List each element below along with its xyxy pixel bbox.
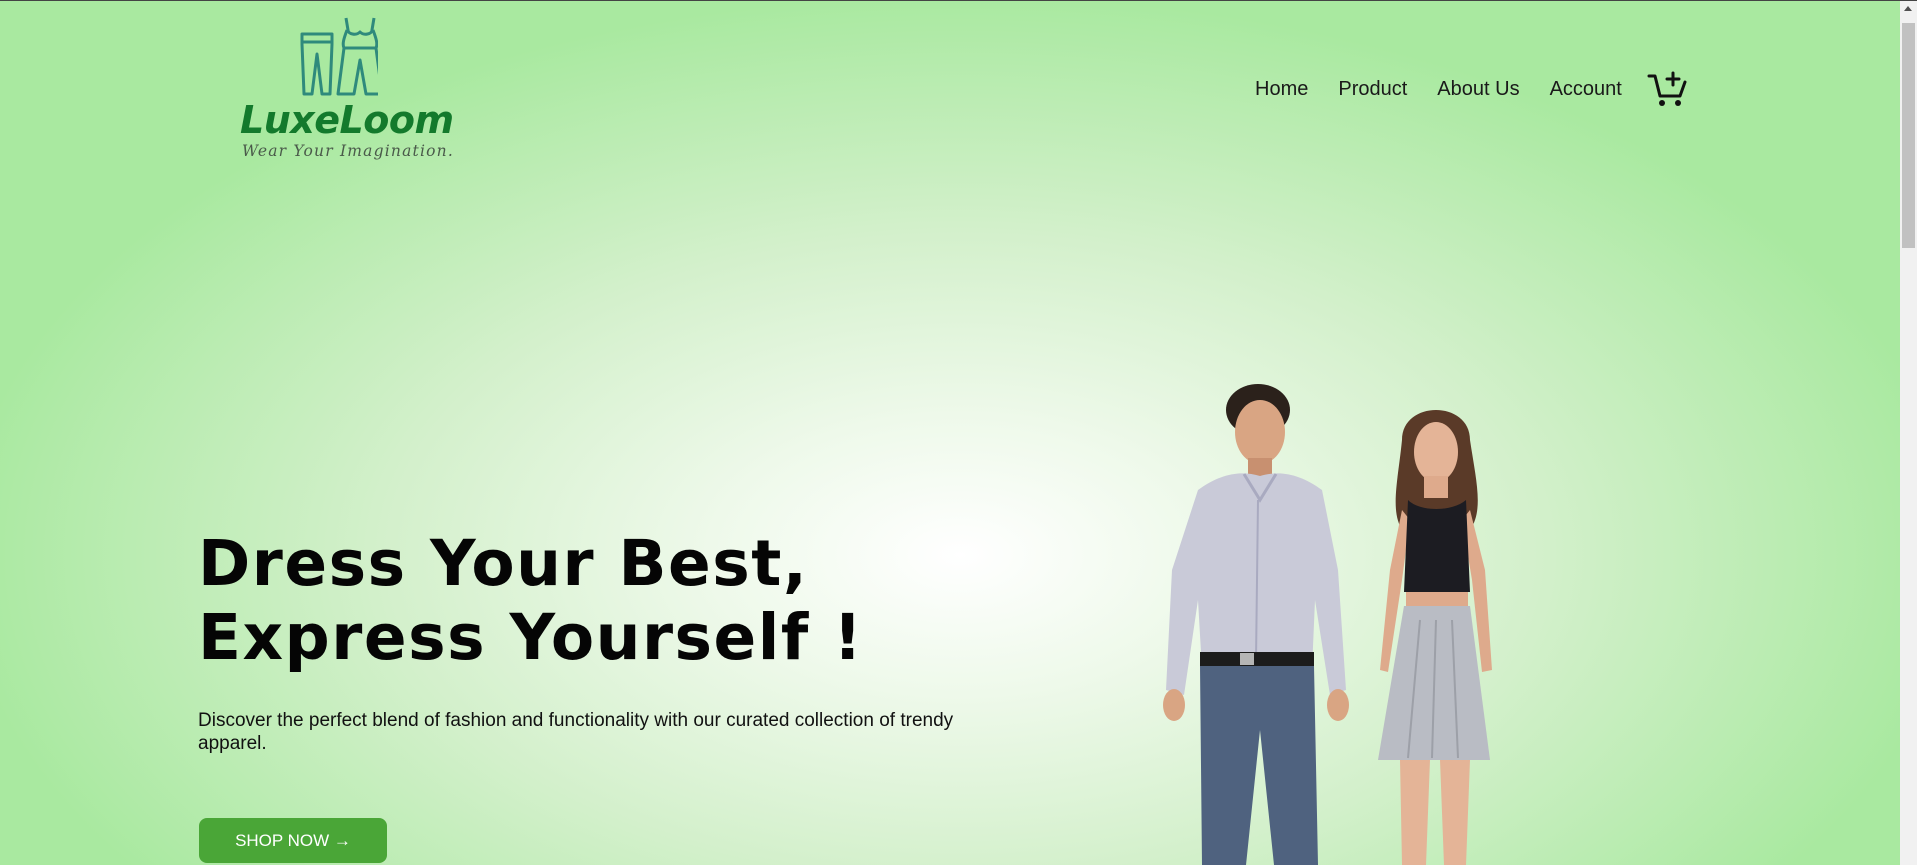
- nav-about-us[interactable]: About Us: [1437, 78, 1519, 101]
- main-nav: Home Product About Us Account: [1255, 78, 1652, 101]
- brand-tagline: Wear Your Imagination.: [242, 142, 454, 160]
- nav-home[interactable]: Home: [1255, 78, 1308, 101]
- clothing-pants-top-icon: [300, 17, 378, 96]
- scrollbar-thumb[interactable]: [1902, 23, 1915, 248]
- models-image: [1163, 384, 1492, 865]
- hero-title: Dress Your Best, Express Yourself !: [198, 527, 863, 675]
- hero-description: Discover the perfect blend of fashion an…: [198, 710, 954, 754]
- nav-account[interactable]: Account: [1550, 78, 1622, 101]
- nav-product[interactable]: Product: [1338, 78, 1407, 101]
- scroll-up-arrow-icon[interactable]: [1904, 6, 1912, 11]
- window-top-border: [0, 0, 1917, 1]
- cart-add-icon[interactable]: [1647, 70, 1687, 108]
- male-model: [1163, 384, 1349, 865]
- hero-title-line-2: Express Yourself !: [198, 601, 864, 674]
- shop-now-button[interactable]: SHOP NOW →: [199, 818, 387, 863]
- brand-name: LuxeLoom: [240, 98, 454, 142]
- landing-page: LuxeLoom Wear Your Imagination. Home Pro…: [0, 0, 1917, 865]
- hero-title-line-1: Dress Your Best,: [198, 527, 809, 600]
- vertical-scrollbar[interactable]: [1900, 1, 1917, 865]
- female-model: [1378, 410, 1492, 865]
- brand-logo[interactable]: LuxeLoom Wear Your Imagination.: [238, 14, 454, 164]
